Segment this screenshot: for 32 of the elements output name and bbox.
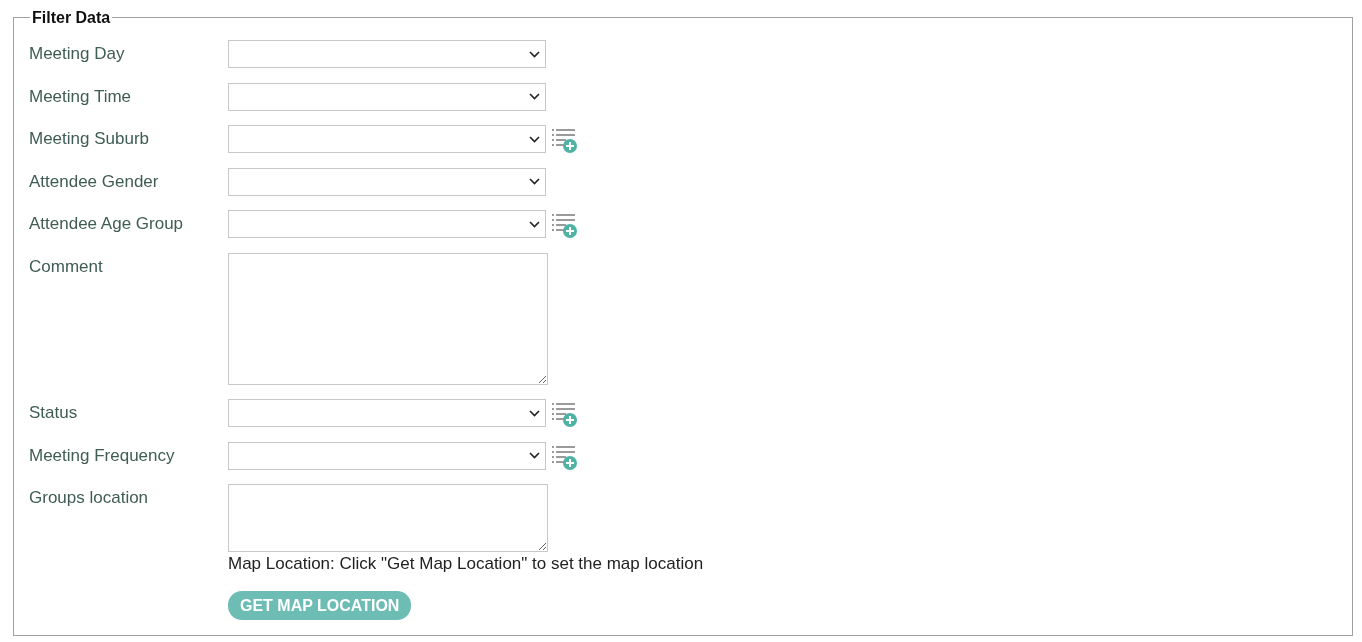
dropdown-field[interactable] [228, 210, 546, 238]
map-location-note: Map Location: Click "Get Map Location" to set the map location [228, 554, 704, 574]
chevron-down-icon [529, 93, 540, 100]
panel-title: Filter Data [31, 8, 112, 27]
dropdown-field[interactable] [228, 399, 546, 427]
dropdown-field[interactable] [228, 441, 546, 470]
chevron-down-icon [529, 178, 540, 185]
text-area-field[interactable] [228, 484, 548, 552]
list-add-icon[interactable] [552, 444, 577, 470]
field-label: Comment [29, 255, 103, 277]
list-add-icon[interactable] [552, 213, 577, 238]
dropdown-field[interactable] [228, 40, 546, 68]
chevron-down-icon [529, 50, 540, 58]
dropdown-field[interactable] [228, 125, 546, 153]
chevron-down-icon [529, 220, 540, 228]
chevron-down-icon [529, 135, 540, 143]
field-label: Meeting Time [29, 85, 132, 107]
dropdown-field[interactable] [228, 167, 546, 196]
list-add-icon[interactable] [552, 128, 577, 153]
field-label: Meeting Day [29, 43, 125, 64]
field-label: Meeting Frequency [29, 444, 175, 466]
field-label: Attendee Gender [29, 170, 159, 192]
field-label: Meeting Suburb [29, 128, 150, 149]
field-label: Attendee Age Group [29, 213, 184, 234]
text-area-field[interactable] [228, 252, 548, 385]
dropdown-field[interactable] [228, 82, 546, 111]
field-label: Groups location [29, 487, 149, 508]
get-map-location-button[interactable]: GET MAP LOCATION [228, 591, 412, 620]
chevron-down-icon [529, 409, 540, 417]
field-label: Status [29, 402, 78, 423]
list-add-icon[interactable] [552, 402, 577, 427]
chevron-down-icon [529, 452, 540, 459]
